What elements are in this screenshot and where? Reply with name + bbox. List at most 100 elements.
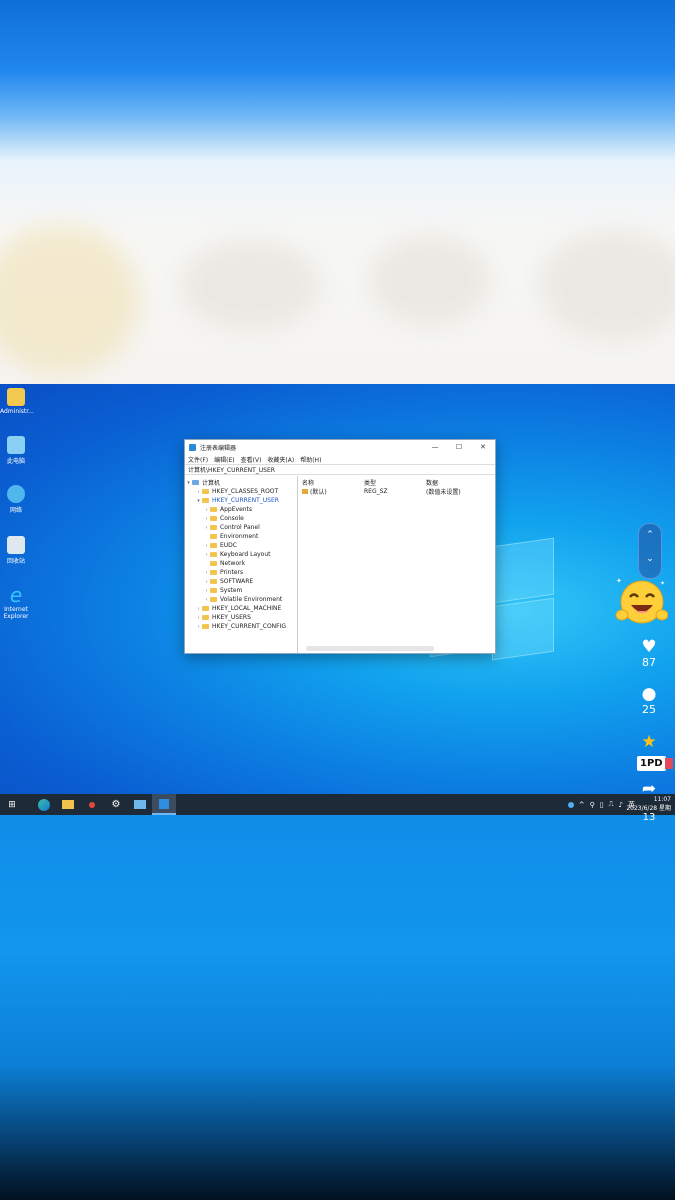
share-arrow-icon: ➦ [641,779,657,799]
taskbar-red-app[interactable] [80,794,104,815]
regedit-icon [159,798,169,809]
folder-icon [210,543,217,548]
address-bar[interactable]: 计算机\HKEY_CURRENT_USER [185,464,495,475]
tree-node-console[interactable]: › Console [185,514,297,523]
taskbar-regedit[interactable] [152,794,176,815]
menu-favorites[interactable]: 收藏夹(A) [267,455,294,464]
desktop-icon-recycle-bin[interactable]: 回收站 [0,536,32,565]
string-value-icon [302,489,308,494]
ie-icon: e [9,583,23,607]
network-icon [7,485,25,503]
taskbar-edge[interactable] [32,794,56,815]
folder-icon [202,615,209,620]
folder-icon [210,534,217,539]
tree-node-volatile-environment[interactable]: › Volatile Environment [185,595,297,604]
menu-bar: 文件(F) 编辑(E) 查看(V) 收藏夹(A) 帮助(H) [185,454,495,464]
scroll-pill[interactable]: ⌃ ⌄ [638,523,662,579]
horizontal-scrollbar[interactable] [306,646,434,651]
menu-help[interactable]: 帮助(H) [300,455,321,464]
settings-icon: ⚙ [111,799,121,810]
tree-node-hkey-current-config[interactable]: › HKEY_CURRENT_CONFIG [185,622,297,631]
column-data[interactable]: 数据 [426,478,491,487]
value-row[interactable]: (默认) REG_SZ (数值未设置) [302,487,491,496]
volume-icon[interactable]: ♪ [619,801,623,809]
tree-node-printers[interactable]: › Printers [185,568,297,577]
computer-icon [192,480,199,485]
folder-icon [210,525,217,530]
tree-node-eudc[interactable]: › EUDC [185,541,297,550]
window-titlebar[interactable]: 注册表编辑器 — ☐ ✕ [185,440,495,454]
folder-icon [210,561,217,566]
tree-node-software[interactable]: › SOFTWARE [185,577,297,586]
minimize-button[interactable]: — [423,443,447,451]
tree-node-network[interactable]: Network [185,559,297,568]
red-tag-marker [665,758,673,769]
chevron-right-icon: › [205,542,208,549]
close-button[interactable]: ✕ [471,443,495,451]
chevron-down-icon: ▾ [187,479,190,486]
bottom-blurred-background [0,815,675,1200]
battery-icon[interactable]: ▯ [600,801,604,809]
network-tray-icon[interactable]: ⎍ [609,800,614,809]
taskbar-settings[interactable]: ⚙ [104,794,128,815]
tree-node-hkey-classes-root[interactable]: › HKEY_CLASSES_ROOT [185,487,297,496]
tree-node-system[interactable]: › System [185,586,297,595]
tree-node-control-panel[interactable]: › Control Panel [185,523,297,532]
top-blurred-background [0,0,675,384]
values-pane: 名称 类型 数据 (默认) REG_SZ (数值未设置) [298,476,495,653]
tree-node-environment[interactable]: Environment [185,532,297,541]
tree-node-hkey-current-user[interactable]: ▾ HKEY_CURRENT_USER [185,496,297,505]
chevron-right-icon: › [197,614,200,621]
star-icon: ★ [641,732,657,752]
share-count: 13 [642,812,656,823]
tree-node-hkey-users[interactable]: › HKEY_USERS [185,613,297,622]
defender-icon[interactable] [567,801,574,808]
chevron-down-icon[interactable]: ⌄ [639,554,661,564]
maximize-button[interactable]: ☐ [447,443,471,451]
chevron-right-icon: › [205,569,208,576]
chevron-right-icon: › [205,587,208,594]
menu-file[interactable]: 文件(F) [188,455,208,464]
people-icon[interactable]: ⚲ [590,801,595,809]
window-title: 注册表编辑器 [200,444,237,452]
taskbar-file-explorer[interactable] [56,794,80,815]
desktop-icon-administrator[interactable]: Administr... [0,388,34,415]
folder-icon [202,606,209,611]
chevron-up-icon[interactable]: ⌃ [639,530,661,540]
tree-node-keyboard-layout[interactable]: › Keyboard Layout [185,550,297,559]
menu-view[interactable]: 查看(V) [241,455,262,464]
favorite-button[interactable]: ★ [629,733,669,751]
folder-icon [202,489,209,494]
like-button[interactable]: ♥ 87 [629,638,669,669]
folder-open-icon [202,498,209,503]
chevron-right-icon: › [205,578,208,585]
share-button[interactable]: ➦ 13 [629,780,669,823]
chevron-right-icon: › [205,515,208,522]
desktop-icon-internet-explorer[interactable]: e Internet Explorer [0,583,32,620]
registry-editor-window[interactable]: 注册表编辑器 — ☐ ✕ 文件(F) 编辑(E) 查看(V) 收藏夹(A) 帮助… [184,439,496,654]
folder-icon [210,507,217,512]
chevron-down-icon: ▾ [197,497,200,504]
remote-desktop-icon [134,800,146,809]
folder-icon [210,570,217,575]
start-button[interactable]: ⊞ [0,794,24,815]
computer-icon [7,436,25,454]
desktop-icon-this-pc[interactable]: 此电脑 [0,436,32,465]
tree-node-computer[interactable]: ▾ 计算机 [185,478,297,488]
folder-icon [210,516,217,521]
comment-button[interactable]: ● 25 [629,685,669,716]
folder-icon [210,579,217,584]
menu-edit[interactable]: 编辑(E) [214,455,234,464]
edge-icon [38,798,50,811]
column-name[interactable]: 名称 [302,478,364,487]
chevron-up-icon[interactable]: ^ [579,801,585,809]
chevron-right-icon: › [205,551,208,558]
chevron-right-icon: › [205,506,208,513]
chevron-right-icon: › [197,623,200,630]
tree-node-hkey-local-machine[interactable]: › HKEY_LOCAL_MACHINE [185,604,297,613]
taskbar-remote-desktop[interactable] [128,794,152,815]
tree-node-appevents[interactable]: › AppEvents [185,505,297,514]
desktop-icon-network[interactable]: 网络 [0,485,32,514]
column-type[interactable]: 类型 [364,478,426,487]
comment-count: 25 [642,703,656,716]
